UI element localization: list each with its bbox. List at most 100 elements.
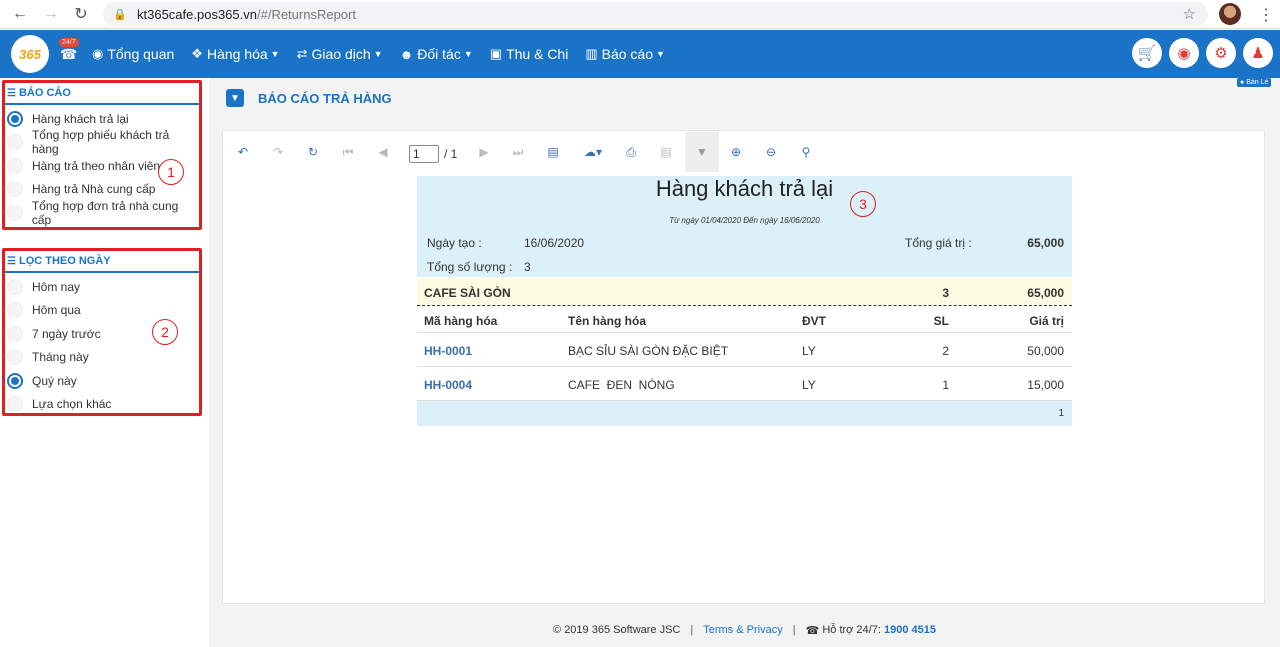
- forward-icon[interactable]: →: [36, 0, 66, 29]
- option-label: Lựa chọn khác: [32, 397, 112, 412]
- viewer-toolbar: ↶ ↷ ↻ ⏮ ◀ 1 / 1 ▶ ⏭ ▤ ☁▾ ⎙ ▤ ▼ ⊕ ⊖ ⚲: [223, 132, 1266, 172]
- col-qty: SL: [933, 314, 949, 328]
- menu-label: Tổng quan: [107, 46, 175, 62]
- option-label: Hôm qua: [32, 303, 81, 318]
- date-option[interactable]: Lựa chọn khác: [5, 393, 199, 417]
- undo-icon[interactable]: ↶: [233, 132, 253, 172]
- radio-selected[interactable]: [7, 110, 23, 127]
- menu-partners[interactable]: ☻ Đối tác ▼: [400, 46, 473, 62]
- phone-icon[interactable]: ☎: [60, 46, 77, 63]
- print-layout-icon[interactable]: ▤: [656, 132, 676, 172]
- menu-label: Hàng hóa: [206, 46, 268, 62]
- location-icon[interactable]: ◉: [1169, 38, 1199, 68]
- cart-icon[interactable]: 🛒: [1132, 38, 1162, 68]
- radio[interactable]: [7, 302, 23, 319]
- url-host: kt365cafe.pos365.vn: [137, 6, 257, 22]
- qty-value: 3: [524, 260, 531, 274]
- browser-toolbar: ← → ↻ 🔒 kt365cafe.pos365.vn/#/ReturnsRep…: [0, 0, 1280, 29]
- radio-selected[interactable]: [7, 372, 23, 389]
- menu-products[interactable]: ❖ Hàng hóa ▼: [191, 46, 279, 62]
- reload-icon[interactable]: ↻: [66, 0, 96, 29]
- item-code-link[interactable]: HH-0001: [424, 344, 472, 358]
- radio[interactable]: [7, 157, 23, 174]
- chart-icon: ▥: [585, 46, 598, 61]
- caret-down-icon: ▼: [270, 49, 280, 59]
- zoom-in-icon[interactable]: ⊕: [726, 132, 746, 172]
- report-option[interactable]: Tổng hợp đơn trả nhà cung cấp: [5, 198, 199, 227]
- refresh-icon[interactable]: ↻: [303, 132, 323, 172]
- radio[interactable]: [7, 204, 23, 221]
- col-name: Tên hàng hóa: [568, 314, 646, 328]
- report-title: Hàng khách trả lại: [655, 176, 834, 201]
- address-bar[interactable]: 🔒 kt365cafe.pos365.vn/#/ReturnsReport ☆: [103, 2, 1208, 26]
- annotation-1: 1: [158, 159, 184, 185]
- radio[interactable]: [7, 181, 23, 198]
- menu-overview[interactable]: ◉ Tổng quan: [92, 46, 174, 62]
- radio[interactable]: [7, 349, 23, 366]
- panel-title: LỌC THEO NGÀY: [18, 255, 111, 267]
- support-phone[interactable]: 1900 4515: [884, 624, 936, 636]
- annotation-2: 2: [152, 319, 178, 345]
- col-unit: ĐVT: [802, 314, 826, 328]
- list-icon: ☰: [7, 87, 16, 99]
- sidebar: ☰ BÁO CÁO Hàng khách trả lại Tổng hợp phi…: [0, 78, 209, 647]
- report-document: Hàng khách trả lại Từ ngày 01/04/2020 Đế…: [417, 176, 1072, 426]
- bookmark-star-icon[interactable]: ☆: [1183, 5, 1196, 23]
- report-option[interactable]: Tổng hợp phiếu khách trả hàng: [5, 128, 199, 157]
- terms-link[interactable]: Terms & Privacy: [703, 624, 782, 636]
- app-navbar: 365 24/7 ☎ ◉ Tổng quan ❖ Hàng hóa ▼ ⇄ Giao d…: [0, 30, 1280, 78]
- filter-toolbar-icon[interactable]: ▼: [685, 132, 719, 172]
- next-page-icon[interactable]: ▶: [474, 132, 494, 172]
- search-icon[interactable]: ⚲: [796, 132, 816, 172]
- document-icon[interactable]: ▤: [543, 132, 563, 172]
- date-option[interactable]: Tháng này: [5, 346, 199, 370]
- date-option[interactable]: Hôm nay: [5, 275, 199, 299]
- caret-down-icon: ▼: [655, 49, 665, 59]
- first-page-icon[interactable]: ⏮: [338, 132, 358, 172]
- option-label: Quý này: [32, 373, 77, 388]
- date-option[interactable]: Quý này: [5, 369, 199, 393]
- app-logo[interactable]: 365: [11, 35, 49, 73]
- radio[interactable]: [7, 396, 23, 413]
- radio[interactable]: [7, 325, 23, 342]
- item-code-link[interactable]: HH-0004: [424, 378, 472, 392]
- url-path: /#/ReturnsReport: [256, 6, 356, 22]
- group-row: CAFE SÀI GÒN 3 65,000: [417, 277, 1072, 306]
- option-label: Tổng hợp đơn trả nhà cung cấp: [31, 198, 179, 227]
- radio[interactable]: [7, 278, 23, 295]
- caret-down-icon: ▼: [373, 49, 383, 59]
- date-option[interactable]: Hôm qua: [5, 299, 199, 323]
- users-icon: ☻: [399, 46, 414, 62]
- back-icon[interactable]: ←: [5, 0, 35, 29]
- group-name: CAFE SÀI GÒN: [424, 286, 511, 300]
- footer-separator: |: [690, 624, 694, 636]
- zoom-out-icon[interactable]: ⊖: [761, 132, 781, 172]
- item-value: 50,000: [1027, 344, 1064, 358]
- report-option[interactable]: Hàng khách trả lại: [5, 107, 199, 131]
- print-icon[interactable]: ⎙: [621, 132, 641, 172]
- menu-transactions[interactable]: ⇄ Giao dịch ▼: [297, 46, 383, 62]
- page-input[interactable]: 1: [409, 145, 439, 163]
- browser-menu-icon[interactable]: ⋮: [1258, 5, 1274, 25]
- redo-icon[interactable]: ↷: [268, 132, 288, 172]
- user-icon[interactable]: ♟: [1243, 38, 1273, 68]
- main-menu: ◉ Tổng quan ❖ Hàng hóa ▼ ⇄ Giao dịch ▼ ☻ Đối t…: [92, 30, 682, 78]
- option-label: Hôm nay: [32, 279, 81, 294]
- settings-icon[interactable]: ⚙: [1206, 38, 1236, 68]
- export-dropdown-icon[interactable]: ☁▾: [578, 132, 608, 172]
- radio[interactable]: [7, 134, 23, 151]
- caret-down-icon: ▼: [463, 49, 473, 59]
- created-value: 16/06/2020: [524, 236, 585, 250]
- item-name: CAFE ĐEN NÓNG: [568, 378, 675, 392]
- profile-avatar[interactable]: [1219, 3, 1241, 25]
- menu-reports[interactable]: ▥ Báo cáo ▼: [585, 46, 665, 62]
- last-page-icon[interactable]: ⏭: [508, 132, 528, 172]
- store-badge: ● Bán Lẻ: [1237, 78, 1272, 87]
- panel-title: BÁO CÁO: [18, 87, 71, 99]
- store-badge-label: Bán Lẻ: [1246, 79, 1269, 86]
- filter-icon[interactable]: ▼: [226, 89, 244, 107]
- prev-page-icon[interactable]: ◀: [373, 132, 393, 172]
- menu-cashflow[interactable]: ▣ Thu & Chi: [490, 46, 569, 62]
- option-label: Tổng hợp phiếu khách trả hàng: [31, 128, 170, 157]
- cubes-icon: ❖: [191, 46, 203, 61]
